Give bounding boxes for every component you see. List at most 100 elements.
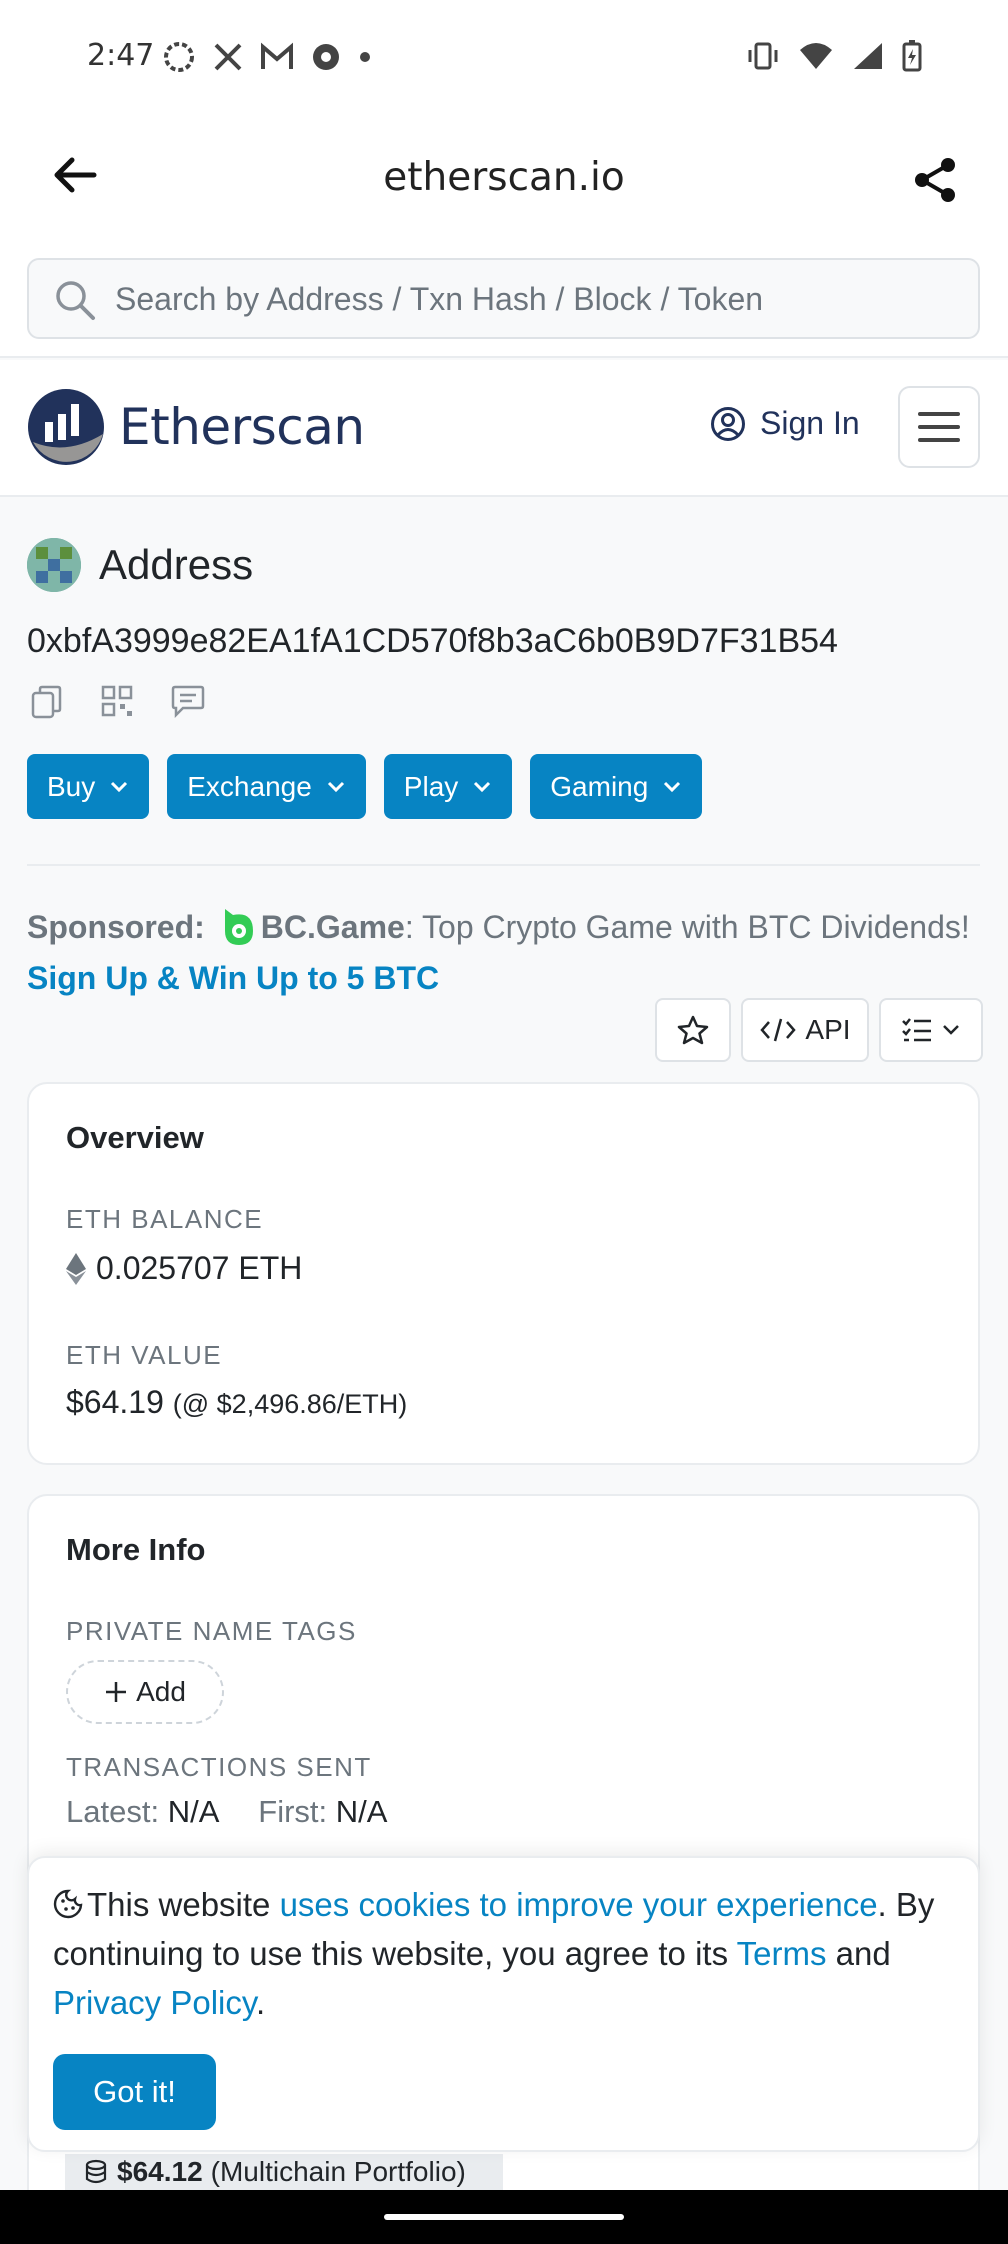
vibrate-icon xyxy=(748,42,778,70)
more-info-title: More Info xyxy=(66,1532,206,1567)
terms-link[interactable]: Terms xyxy=(737,1935,827,1972)
status-time: 2:47 xyxy=(87,38,155,73)
sign-in-link[interactable]: Sign In xyxy=(710,405,860,442)
sponsor-brand: BC.Game xyxy=(260,909,405,945)
blockie-icon xyxy=(27,538,81,592)
multichain-portfolio-row[interactable]: $64.12 (Multichain Portfolio) xyxy=(65,2154,503,2190)
chrome-icon xyxy=(313,44,339,70)
latest-value: N/A xyxy=(167,1794,218,1829)
user-circle-icon xyxy=(711,406,745,441)
address-actions: API xyxy=(655,998,983,1062)
comment-icon[interactable] xyxy=(170,684,206,718)
logo-text: Etherscan xyxy=(119,398,365,456)
portfolio-label: (Multichain Portfolio) xyxy=(210,2156,466,2187)
more-dot-icon xyxy=(360,52,370,62)
code-icon xyxy=(760,1018,797,1042)
chevron-down-icon xyxy=(474,781,491,792)
exchange-button-label: Exchange xyxy=(187,770,312,802)
system-navigation-bar xyxy=(0,2190,1008,2244)
sponsored-ad[interactable]: Sponsored: BC.Game: Top Crypto Game with … xyxy=(27,902,987,1003)
buy-button-label: Buy xyxy=(47,770,96,802)
got-it-button[interactable]: Got it! xyxy=(53,2054,216,2130)
eth-price: (@ $2,496.86/ETH) xyxy=(172,1389,408,1419)
cookie-banner: This website uses cookies to improve you… xyxy=(27,1856,980,2152)
site-header: Etherscan Sign In xyxy=(0,360,1008,497)
eth-balance-label: ETH BALANCE xyxy=(66,1204,264,1234)
latest-label: Latest: xyxy=(66,1794,160,1829)
eth-value: $64.19 xyxy=(66,1384,164,1420)
notification-icons xyxy=(162,40,372,74)
play-button[interactable]: Play xyxy=(383,754,513,819)
favorite-button[interactable] xyxy=(655,998,731,1062)
address-tools xyxy=(30,684,206,720)
bc-game-logo-icon xyxy=(224,908,253,945)
overview-card: Overview ETH BALANCE 0.025707 ETH ETH VA… xyxy=(27,1082,980,1465)
wifi-icon xyxy=(800,43,832,69)
address-heading: Address xyxy=(27,538,253,592)
share-icon[interactable] xyxy=(910,155,960,205)
chevron-down-icon xyxy=(327,781,344,792)
chevron-down-icon xyxy=(664,781,681,792)
sponsor-text: : Top Crypto Game with BTC Dividends! xyxy=(404,909,970,945)
search-icon xyxy=(56,281,95,320)
cookie-message: This website uses cookies to improve you… xyxy=(53,1880,963,2027)
transactions-sent-row: Latest: N/A First: N/A xyxy=(66,1794,387,1830)
coins-icon xyxy=(85,2159,107,2184)
etherscan-logo-icon xyxy=(28,389,104,465)
play-button-label: Play xyxy=(403,770,459,802)
copy-icon[interactable] xyxy=(30,684,64,720)
add-label: Add xyxy=(136,1676,186,1707)
cookie-text-3: and xyxy=(826,1935,891,1972)
signal-app-icon xyxy=(164,42,194,72)
overview-title: Overview xyxy=(66,1120,204,1155)
private-name-tags-label: PRIVATE NAME TAGS xyxy=(66,1616,357,1646)
qr-code-icon[interactable] xyxy=(100,684,134,718)
chevron-down-icon xyxy=(943,1025,959,1035)
eth-balance-row: 0.025707 ETH xyxy=(66,1250,302,1287)
add-name-tag-button[interactable]: Add xyxy=(66,1660,224,1724)
first-label: First: xyxy=(258,1794,328,1829)
address-hash: 0xbfA3999e82EA1fA1CD570f8b3aC6b0B9D7F31B… xyxy=(27,622,838,660)
battery-icon xyxy=(902,40,922,72)
checklist-icon xyxy=(902,1018,931,1042)
api-button[interactable]: API xyxy=(741,998,869,1062)
ethereum-icon xyxy=(66,1252,86,1285)
api-button-label: API xyxy=(805,1014,851,1045)
action-button-row: Buy Exchange Play Gaming xyxy=(27,754,703,819)
sponsored-label: Sponsored: xyxy=(27,909,205,945)
hamburger-menu-button[interactable] xyxy=(898,386,980,468)
eth-value-label: ETH VALUE xyxy=(66,1340,223,1370)
page-url[interactable]: etherscan.io xyxy=(0,155,1008,200)
gaming-button-label: Gaming xyxy=(550,770,649,802)
search-input[interactable] xyxy=(115,276,955,322)
cookie-policy-link[interactable]: uses cookies to improve your experience xyxy=(280,1886,878,1923)
address-avatar xyxy=(27,538,81,592)
sponsor-cta-link[interactable]: Sign Up & Win Up to 5 BTC xyxy=(27,953,987,1003)
transactions-sent-label: TRANSACTIONS SENT xyxy=(66,1752,372,1782)
search-bar[interactable] xyxy=(27,258,980,339)
portfolio-amount: $64.12 xyxy=(117,2156,203,2187)
home-gesture-handle[interactable] xyxy=(384,2214,624,2220)
cookie-text-4: . xyxy=(255,1984,266,2021)
system-icons xyxy=(746,40,922,72)
x-app-icon xyxy=(214,43,242,71)
gmail-icon xyxy=(261,42,293,69)
cookie-text-1: This website xyxy=(87,1886,280,1923)
plus-icon xyxy=(106,1682,127,1702)
eth-balance-value: 0.025707 ETH xyxy=(96,1250,303,1286)
section-divider xyxy=(27,864,980,866)
privacy-policy-link[interactable]: Privacy Policy xyxy=(53,1984,256,2021)
star-icon xyxy=(677,1015,709,1045)
menu-line xyxy=(918,425,960,429)
cookie-icon xyxy=(53,1889,83,1919)
first-value: N/A xyxy=(335,1794,388,1829)
cell-signal-icon xyxy=(854,43,882,69)
exchange-button[interactable]: Exchange xyxy=(167,754,366,819)
gaming-button[interactable]: Gaming xyxy=(530,754,703,819)
menu-line xyxy=(918,438,960,442)
more-options-button[interactable] xyxy=(879,998,983,1062)
etherscan-logo[interactable]: Etherscan xyxy=(27,388,365,466)
sign-in-label: Sign In xyxy=(760,405,860,441)
buy-button[interactable]: Buy xyxy=(27,754,150,819)
address-title: Address xyxy=(99,541,254,588)
